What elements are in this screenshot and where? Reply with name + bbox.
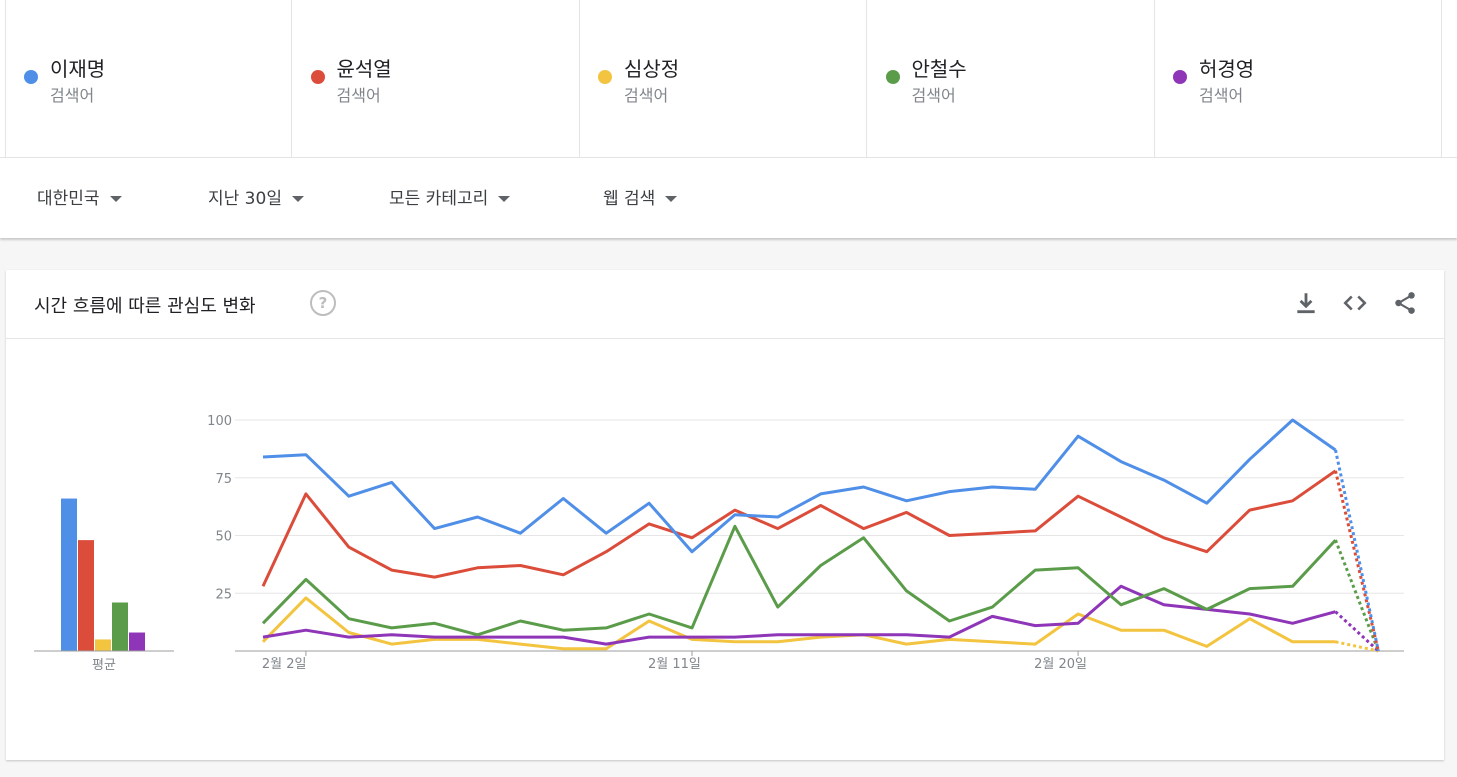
y-tick-label: 75 <box>215 472 232 487</box>
search-term-3[interactable]: 심상정검색어 <box>580 0 867 157</box>
term-type: 검색어 <box>336 86 381 105</box>
search-term-1[interactable]: 이재명검색어 <box>5 0 292 157</box>
term-name: 윤석열 <box>336 57 392 81</box>
term-type: 검색어 <box>624 86 669 105</box>
term-color-dot <box>598 70 612 84</box>
term-color-dot <box>1173 70 1187 84</box>
y-tick-label: 50 <box>215 530 232 545</box>
term-type: 검색어 <box>1199 86 1244 105</box>
search-term-4[interactable]: 안철수검색어 <box>868 0 1155 157</box>
period-filter[interactable]: 지난 30일 <box>208 184 304 209</box>
region-filter[interactable]: 대한민국 <box>37 184 122 209</box>
chevron-down-icon <box>109 196 122 202</box>
term-name: 이재명 <box>50 57 106 81</box>
series-partial-line <box>1334 470 1380 652</box>
average-bar <box>95 639 111 651</box>
search-type-label: 웹 검색 <box>603 189 656 209</box>
period-label: 지난 30일 <box>208 189 282 209</box>
average-label: 평균 <box>92 658 116 673</box>
region-label: 대한민국 <box>37 189 100 209</box>
y-tick-label: 100 <box>207 414 232 429</box>
term-color-dot <box>24 70 38 84</box>
term-color-dot <box>310 70 325 84</box>
average-bar <box>61 498 77 651</box>
term-color-dot <box>885 70 900 84</box>
term-type: 검색어 <box>50 86 95 105</box>
search-term-2[interactable]: 윤석열검색어 <box>293 0 580 157</box>
series-line <box>262 418 1337 554</box>
term-name: 안철수 <box>911 57 967 81</box>
y-tick-label: 25 <box>215 587 232 602</box>
category-filter[interactable]: 모든 카테고리 <box>389 184 511 209</box>
series-partial-line <box>1334 449 1380 652</box>
x-tick-label: 2월 11일 <box>648 657 701 672</box>
average-bar <box>112 602 128 651</box>
search-type-filter[interactable]: 웹 검색 <box>603 184 678 209</box>
average-bar <box>78 540 94 651</box>
x-tick-label: 2월 2일 <box>262 657 307 672</box>
search-terms-bar: 이재명 검색어 윤석열 검색어 심상정 검색어 안철수 검색어 허경영 검색어 <box>0 0 1457 158</box>
x-tick-label: 2월 20일 <box>1034 657 1087 672</box>
term-type: 검색어 <box>911 86 956 105</box>
term-name: 심상정 <box>624 57 680 81</box>
filter-bar: 대한민국 지난 30일 모든 카테고리 웹 검색 <box>0 158 1457 238</box>
search-term-5[interactable]: 허경영검색어 <box>1155 0 1442 157</box>
series-line <box>261 469 1337 587</box>
interest-chart: 100 75 50 25 2월 2일 2월 11일 2월 20일 평균 <box>34 414 1404 673</box>
average-bar <box>129 632 145 651</box>
category-label: 모든 카테고리 <box>389 189 489 209</box>
chevron-down-icon <box>498 196 511 202</box>
interest-over-time-card: 시간 흐름에 따른 관심도 변화 ? 100 75 50 25 2월 2일 2월 11일 2… <box>6 270 1444 760</box>
chevron-down-icon <box>291 196 304 202</box>
term-name: 허경영 <box>1199 57 1255 81</box>
chevron-down-icon <box>665 196 678 202</box>
